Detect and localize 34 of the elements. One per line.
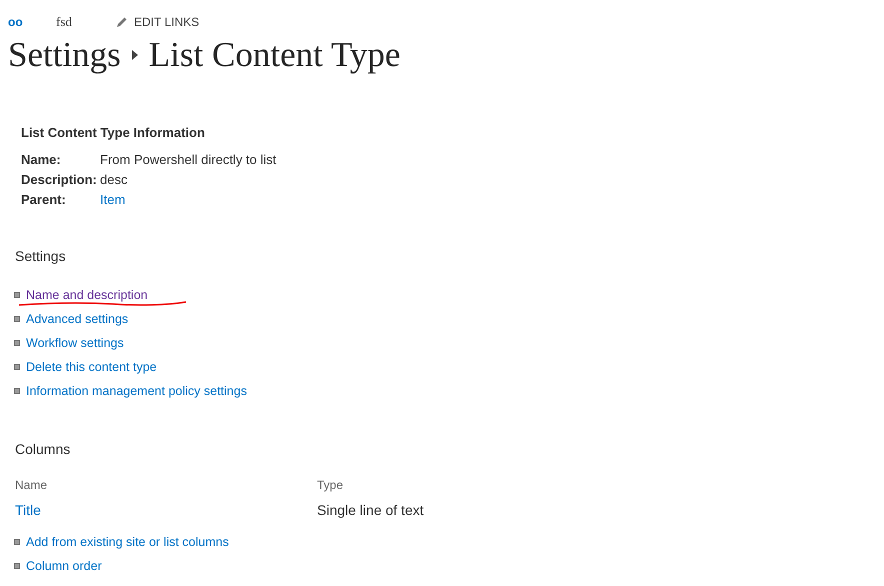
column-action-link[interactable]: Add from existing site or list columns (26, 534, 229, 549)
column-header: Type (317, 477, 344, 494)
breadcrumb-link[interactable]: Settings (8, 36, 121, 74)
column-header: Name (15, 477, 48, 494)
action-link[interactable]: Information management policy settings (26, 384, 247, 398)
parent-link[interactable]: Item (100, 190, 126, 210)
column-action-link[interactable]: Column order (26, 558, 102, 573)
bullet-icon (14, 388, 20, 394)
section-heading: Columns (15, 440, 72, 459)
table-cell-text: Single line of text (317, 500, 424, 520)
bullet-icon (14, 316, 20, 322)
page-title: List Content Type (148, 36, 400, 74)
bullet-icon (14, 563, 20, 569)
action-link[interactable]: Workflow settings (26, 336, 124, 350)
bullet-icon (14, 539, 20, 545)
pencil-icon (116, 16, 128, 28)
bullet-icon (14, 364, 20, 370)
field-value: desc (100, 171, 128, 190)
action-link[interactable]: Name and description (26, 288, 148, 302)
edit-links-button[interactable]: EDIT LINKS (116, 13, 200, 31)
field-label: Parent: (21, 192, 67, 208)
section-heading: Settings (15, 247, 67, 266)
column-name-link[interactable]: Title (15, 502, 41, 518)
section-heading: List Content Type Information (21, 124, 206, 142)
field-label: Name: (21, 152, 62, 168)
site-logo-link[interactable]: oo (8, 13, 56, 31)
bullet-icon (14, 292, 20, 298)
action-link[interactable]: Delete this content type (26, 360, 157, 374)
bullet-icon (14, 340, 20, 346)
field-label: Description: (21, 172, 98, 188)
action-link[interactable]: Advanced settings (26, 312, 128, 326)
breadcrumb-arrow-icon (130, 49, 139, 62)
field-value: From Powershell directly to list (100, 151, 276, 170)
site-link[interactable]: fsd (56, 12, 116, 32)
